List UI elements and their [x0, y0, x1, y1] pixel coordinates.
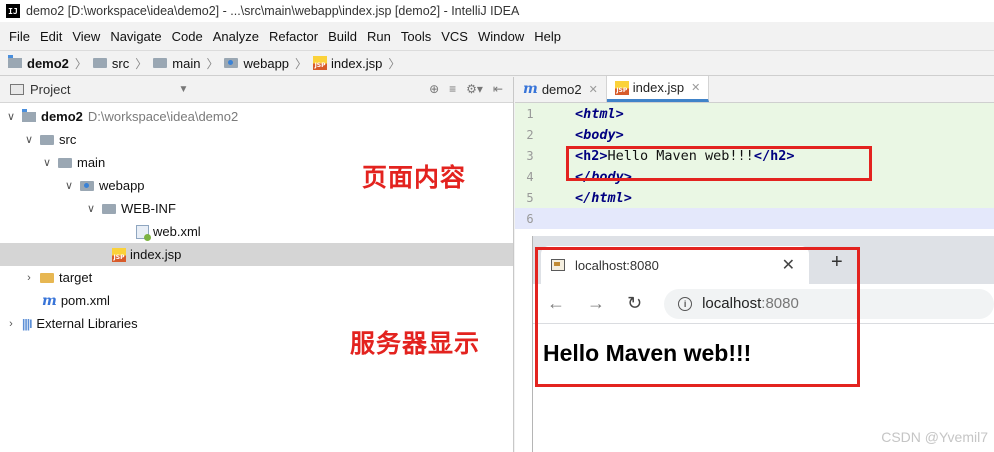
- chevron-right-icon: 〉: [74, 56, 87, 71]
- menu-analyze[interactable]: Analyze: [208, 29, 264, 44]
- tree-item-web-xml[interactable]: web.xml: [0, 220, 513, 243]
- maven-m-icon: m: [42, 292, 57, 309]
- breadcrumb-index-jsp[interactable]: JSP index.jsp: [313, 56, 382, 71]
- collapse-all-icon[interactable]: ≡: [449, 82, 456, 96]
- menu-refactor[interactable]: Refactor: [264, 29, 323, 44]
- locate-target-icon[interactable]: ⊕: [429, 82, 439, 96]
- code-line-5[interactable]: 5 </html>: [515, 187, 994, 208]
- folder-icon: [58, 157, 72, 168]
- menu-window[interactable]: Window: [473, 29, 529, 44]
- chevron-down-icon[interactable]: ∨: [22, 133, 36, 146]
- jsp-file-icon: JSP: [112, 247, 126, 262]
- menu-file[interactable]: File: [4, 29, 35, 44]
- close-icon[interactable]: ✕: [589, 83, 598, 96]
- close-icon[interactable]: ✕: [691, 81, 700, 94]
- chevron-right-icon: 〉: [135, 56, 148, 71]
- chevron-down-icon[interactable]: ∨: [4, 110, 18, 123]
- module-folder-icon: [8, 55, 22, 68]
- chevron-right-icon: 〉: [206, 56, 219, 71]
- menu-help[interactable]: Help: [529, 29, 566, 44]
- maven-m-icon: m: [523, 81, 538, 97]
- tab-demo2[interactable]: m demo2 ✕: [515, 76, 607, 102]
- window-title: demo2 [D:\workspace\idea\demo2] - ...\sr…: [26, 4, 520, 18]
- jsp-file-icon: JSP: [614, 80, 629, 95]
- excluded-folder-icon: [40, 272, 54, 283]
- tab-index-jsp[interactable]: JSP index.jsp ✕: [606, 76, 710, 102]
- chevron-right-icon[interactable]: ›: [4, 318, 18, 330]
- settings-gear-icon[interactable]: ⚙▾: [466, 82, 483, 96]
- editor-tabs: m demo2 ✕ JSP index.jsp ✕: [515, 76, 994, 103]
- project-panel-title: Project: [30, 82, 71, 97]
- annotation-server-display: 服务器显示: [350, 329, 481, 358]
- tree-item-demo2[interactable]: ∨ demo2 D:\workspace\idea\demo2: [0, 105, 513, 128]
- project-panel-header[interactable]: Project ▼ ⊕ ≡ ⚙▾ ⇤: [0, 77, 513, 103]
- intellij-logo-icon: IJ: [6, 4, 20, 18]
- code-line-6[interactable]: 6: [515, 208, 994, 229]
- chevron-down-icon[interactable]: ∨: [62, 179, 76, 192]
- menu-view[interactable]: View: [67, 29, 105, 44]
- tree-item-web-inf[interactable]: ∨ WEB-INF: [0, 197, 513, 220]
- folder-icon: [92, 58, 107, 68]
- breadcrumb-src[interactable]: src: [92, 56, 129, 71]
- breadcrumb-webapp[interactable]: webapp: [224, 56, 289, 71]
- menu-build[interactable]: Build: [323, 29, 362, 44]
- breadcrumb-main[interactable]: main: [153, 56, 200, 71]
- folder-icon: [40, 134, 54, 145]
- tree-item-src[interactable]: ∨ src: [0, 128, 513, 151]
- web-folder-icon: [224, 58, 239, 68]
- dropdown-arrow-icon[interactable]: ▼: [178, 84, 188, 95]
- module-folder-icon: [22, 108, 36, 122]
- menu-vcs[interactable]: VCS: [436, 29, 473, 44]
- tree-item-pom-xml[interactable]: m pom.xml: [0, 289, 513, 312]
- menu-navigate[interactable]: Navigate: [105, 29, 166, 44]
- tree-item-target[interactable]: › target: [0, 266, 513, 289]
- hide-panel-icon[interactable]: ⇤: [493, 82, 503, 96]
- project-panel-tools: ⊕ ≡ ⚙▾ ⇤: [429, 82, 503, 96]
- xml-file-icon: [136, 224, 151, 241]
- highlight-box-code: [566, 146, 872, 181]
- chevron-down-icon[interactable]: ∨: [40, 156, 54, 169]
- jsp-file-icon: JSP: [313, 56, 328, 70]
- code-line-1[interactable]: 1 <html>: [515, 103, 994, 124]
- chevron-right-icon[interactable]: ›: [22, 272, 36, 284]
- chevron-right-icon: 〉: [388, 56, 401, 71]
- window-title-bar: IJ demo2 [D:\workspace\idea\demo2] - ...…: [0, 0, 994, 22]
- menu-run[interactable]: Run: [362, 29, 396, 44]
- breadcrumb: demo2 〉 src 〉 main 〉 webapp 〉 JSP index.…: [0, 50, 994, 76]
- menu-bar: File Edit View Navigate Code Analyze Ref…: [0, 24, 994, 48]
- tree-item-index-jsp[interactable]: JSP index.jsp: [0, 243, 513, 266]
- menu-tools[interactable]: Tools: [396, 29, 436, 44]
- menu-edit[interactable]: Edit: [35, 29, 67, 44]
- code-line-2[interactable]: 2 <body>: [515, 124, 994, 145]
- folder-icon: [153, 58, 168, 68]
- project-panel: Project ▼ ⊕ ≡ ⚙▾ ⇤ ∨ demo2 D:\workspace\…: [0, 77, 514, 452]
- breadcrumb-demo2[interactable]: demo2: [8, 55, 69, 71]
- library-icon: |||I: [22, 316, 32, 331]
- chevron-right-icon: 〉: [295, 56, 308, 71]
- highlight-box-browser: [535, 247, 860, 387]
- watermark: CSDN @Yvemil7: [881, 429, 988, 445]
- project-view-icon: [10, 84, 24, 95]
- folder-icon: [102, 203, 116, 214]
- web-folder-icon: [80, 180, 94, 191]
- menu-code[interactable]: Code: [167, 29, 208, 44]
- annotation-page-content: 页面内容: [362, 163, 467, 192]
- chevron-down-icon[interactable]: ∨: [84, 202, 98, 215]
